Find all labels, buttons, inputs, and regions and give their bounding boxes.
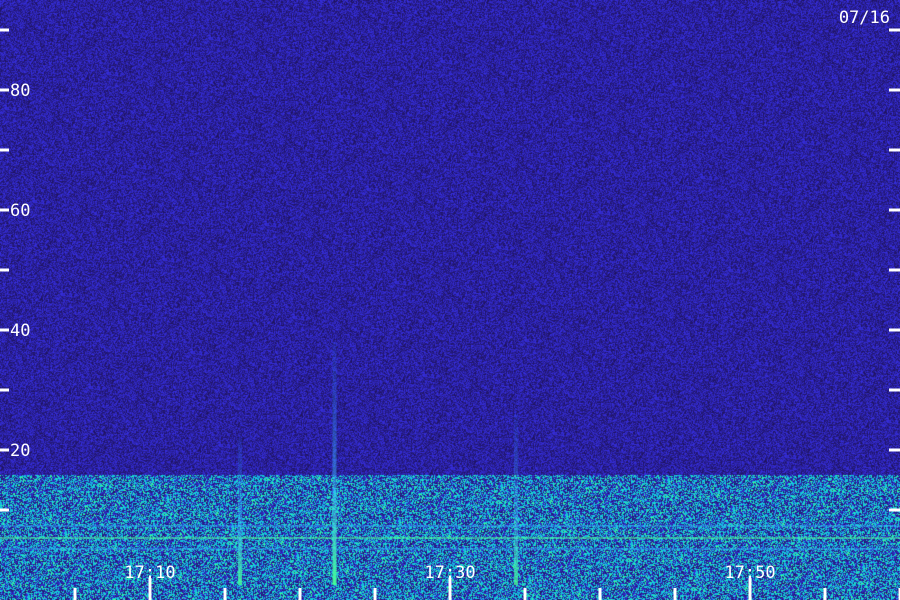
y-tick-label: 80 (10, 81, 30, 101)
y-tick-label: 20 (10, 441, 30, 461)
x-tick-label: 17:30 (424, 563, 475, 583)
x-tick-label: 17:50 (724, 563, 775, 583)
spectrogram: 20406080100 17:1017:3017:50 07/16 (0, 0, 900, 600)
x-axis: 17:10 17:30 17:50 (73, 563, 900, 600)
y-axis: 20406080100 (0, 28, 900, 512)
axis-overlay: 20406080100 17:1017:3017:50 07/16 (0, 8, 900, 600)
date-label: 07/16 (839, 8, 890, 28)
y-tick-label: 60 (10, 201, 30, 221)
y-tick-label: 40 (10, 321, 30, 341)
x-tick-label: 17:10 (124, 563, 175, 583)
